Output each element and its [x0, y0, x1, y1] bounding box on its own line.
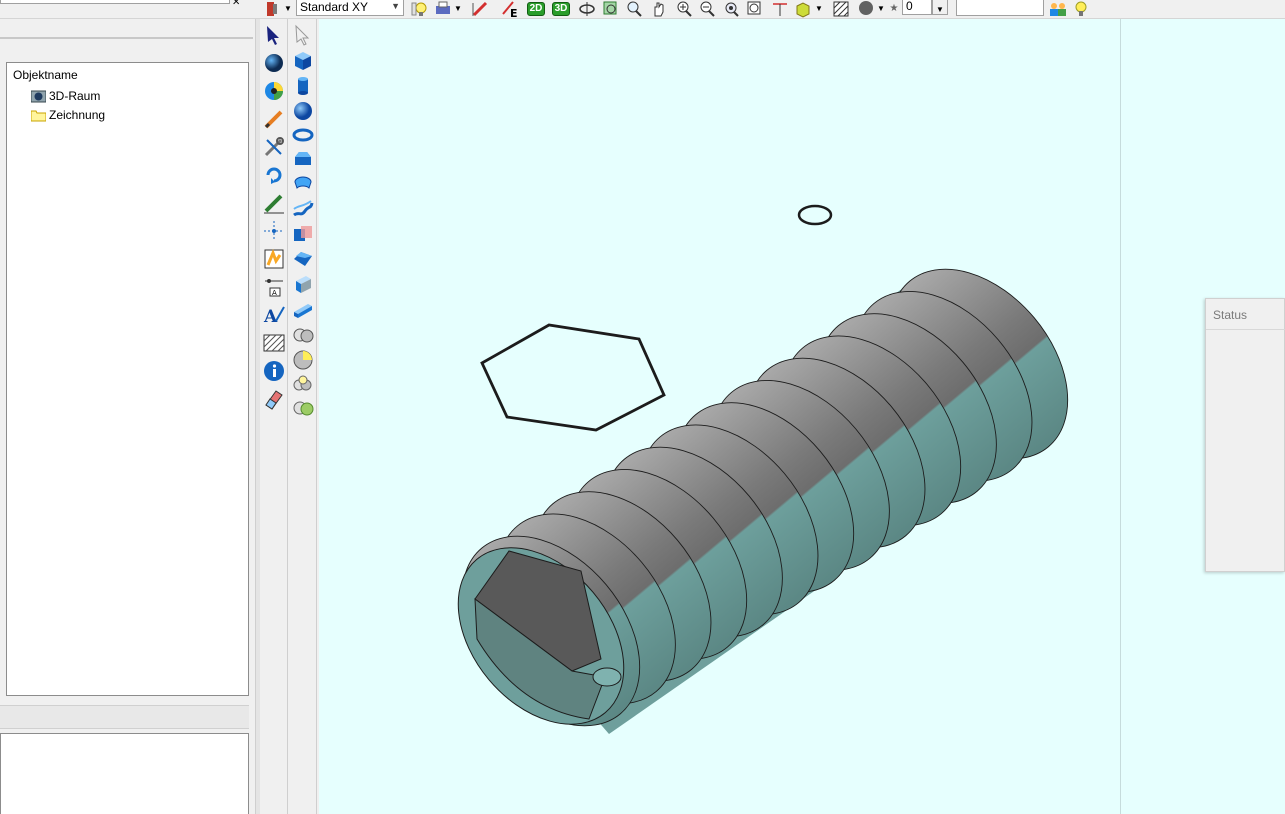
view-3d-icon[interactable]: 3D: [549, 0, 573, 18]
chevron-down-icon[interactable]: ▼: [452, 0, 464, 18]
zoom-window-icon[interactable]: [624, 0, 644, 18]
info-icon[interactable]: [262, 359, 286, 383]
tool-palette-solids: [289, 19, 317, 814]
layer-number-value: 0: [906, 0, 913, 13]
sphere-yellow-icon[interactable]: [291, 348, 315, 372]
tool-palette-primary: A A: [260, 19, 288, 814]
layer-icon[interactable]: [262, 0, 282, 18]
status-divider: [1206, 329, 1285, 330]
view-2d-icon[interactable]: 2D: [524, 0, 548, 18]
small-circle-outline[interactable]: [797, 204, 833, 226]
pencil-draw-icon[interactable]: [262, 107, 286, 131]
slab-icon[interactable]: [291, 298, 315, 322]
layer-number-input[interactable]: 0: [902, 0, 932, 15]
zoom-out-icon[interactable]: [697, 0, 717, 18]
spiral-icon[interactable]: [291, 197, 315, 221]
boolean-icon[interactable]: [291, 222, 315, 246]
tree-search-input[interactable]: [0, 0, 230, 4]
chevron-down-icon[interactable]: ▼: [813, 0, 825, 18]
scene-canvas[interactable]: [319, 19, 1285, 814]
zoom-all-icon[interactable]: [721, 0, 741, 18]
view-select-value: Standard XY: [300, 0, 369, 14]
print-icon[interactable]: [433, 0, 453, 18]
chevron-down-icon[interactable]: ▼: [876, 0, 886, 18]
object-tree[interactable]: Objektname 3D-Raum Zeichnung: [6, 62, 249, 696]
properties-header: [0, 705, 249, 729]
3d-viewport[interactable]: [319, 19, 1285, 814]
select-ghost-icon[interactable]: [291, 23, 315, 47]
bulb-icon[interactable]: [410, 0, 430, 18]
tree-item-3d-raum[interactable]: 3D-Raum: [30, 87, 101, 105]
hexagon-outline[interactable]: [480, 323, 666, 432]
cube-icon[interactable]: [291, 49, 315, 73]
status-panel: Status: [1205, 298, 1285, 572]
3d-space-icon: [30, 90, 47, 103]
pencil-icon[interactable]: [470, 0, 490, 18]
hatch-tool-icon[interactable]: [262, 331, 286, 355]
pan-icon[interactable]: [649, 0, 669, 18]
chevron-down-icon[interactable]: ▼: [282, 0, 294, 18]
text-tool-icon[interactable]: A: [262, 303, 286, 327]
eraser-icon[interactable]: [262, 387, 286, 411]
ball-icon[interactable]: [291, 99, 315, 123]
tree-item-label: Zeichnung: [49, 108, 106, 122]
select-arrow-icon[interactable]: [262, 23, 286, 47]
color-wheel-icon[interactable]: [262, 79, 286, 103]
dimension-tool-icon[interactable]: A: [262, 275, 286, 299]
sphere-pair-icon[interactable]: [291, 323, 315, 347]
zoom-prev-icon[interactable]: [745, 0, 765, 18]
prism-icon[interactable]: [291, 147, 315, 171]
main-toolbar: ✕ ▼ Standard XY ▼ ▼ E 2D 3D ▼ ▼ ★ 0 ▼: [0, 0, 1285, 19]
wrench-icon[interactable]: [262, 135, 286, 159]
tree-column-header: Objektname: [13, 68, 78, 82]
sphere-green-icon[interactable]: [291, 396, 315, 420]
user-icon[interactable]: [1047, 0, 1069, 18]
screw-slot-notch: [592, 667, 622, 687]
hatch-icon[interactable]: [831, 0, 851, 18]
layer-spin-button[interactable]: ▼: [932, 0, 948, 15]
zoom-in-icon[interactable]: [674, 0, 694, 18]
chevron-down-icon: ▼: [391, 1, 400, 11]
crosshair-icon[interactable]: [262, 219, 286, 243]
close-icon[interactable]: ✕: [232, 0, 240, 8]
threaded-screw-model[interactable]: [425, 235, 1104, 760]
cylinder-icon[interactable]: [291, 74, 315, 98]
tree-item-zeichnung[interactable]: Zeichnung: [30, 106, 106, 124]
extrude-icon[interactable]: [291, 272, 315, 296]
folder-icon: [30, 109, 47, 122]
torus-icon[interactable]: [291, 123, 315, 147]
svg-text:A: A: [272, 289, 277, 297]
chamfer-icon[interactable]: [291, 247, 315, 271]
view-3d-label: 3D: [551, 2, 571, 16]
ring-icon[interactable]: [291, 172, 315, 196]
properties-panel[interactable]: [0, 733, 249, 814]
star-icon[interactable]: ★: [888, 0, 900, 18]
sphere-object-icon[interactable]: [262, 51, 286, 75]
rotate-copy-icon[interactable]: [262, 163, 286, 187]
rotate-icon[interactable]: [577, 0, 597, 18]
svg-text:A: A: [263, 307, 278, 327]
lightbulb-icon[interactable]: [1071, 0, 1091, 18]
export-e-label: E: [510, 7, 518, 18]
snap-icon[interactable]: [262, 247, 286, 271]
view-select[interactable]: Standard XY ▼: [296, 0, 404, 16]
panel-divider: [0, 37, 253, 39]
zoom-frame-icon[interactable]: [601, 0, 621, 18]
material-icon[interactable]: [793, 0, 813, 18]
sphere-triple-icon[interactable]: [291, 372, 315, 396]
dimension-icon[interactable]: [770, 0, 790, 18]
sphere-icon[interactable]: [856, 0, 876, 18]
green-pencil-icon[interactable]: [262, 191, 286, 215]
command-input[interactable]: [956, 0, 1044, 16]
tree-item-label: 3D-Raum: [49, 89, 101, 103]
object-tree-panel: Objektname 3D-Raum Zeichnung: [0, 19, 255, 814]
status-title: Status: [1213, 308, 1248, 322]
export-icon[interactable]: E: [500, 0, 520, 18]
view-2d-label: 2D: [526, 2, 546, 16]
